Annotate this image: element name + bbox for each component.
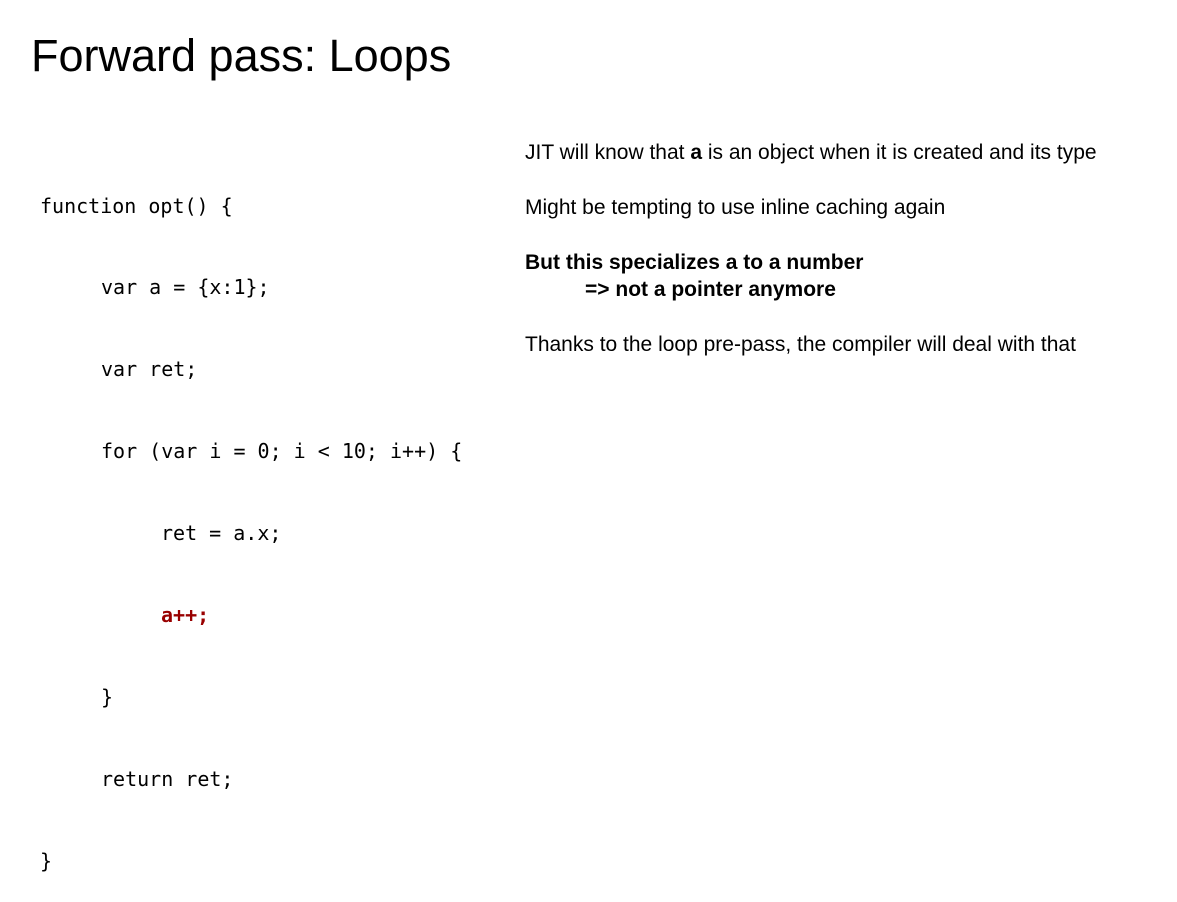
note-inline-caching: Might be tempting to use inline caching … xyxy=(525,196,946,219)
code-block: function opt() { var a = {x:1}; var ret;… xyxy=(40,138,510,902)
note-jit-text-1: JIT will know that xyxy=(525,141,691,164)
code-line-return: return ret; xyxy=(101,766,234,791)
note-not-pointer: => not a pointer anymore xyxy=(585,278,836,301)
code-line-for-loop: for (var i = 0; i < 10; i++) { xyxy=(101,439,463,464)
note-jit-var: a xyxy=(690,141,703,164)
code-line-var-a: var a = {x:1}; xyxy=(101,275,270,300)
code-line-function-decl: function opt() { xyxy=(40,193,233,218)
code-line-increment-highlight: a++; xyxy=(161,603,210,628)
slide-title: Forward pass: Loops xyxy=(31,30,452,81)
code-line-function-close: } xyxy=(40,848,53,873)
note-specializes: But this specializes a to a number xyxy=(525,251,864,274)
note-loop-prepass: Thanks to the loop pre-pass, the compile… xyxy=(525,333,1076,356)
note-jit-text-2: is an object when it is created and its … xyxy=(702,141,1097,164)
code-line-loop-close: } xyxy=(101,684,114,709)
note-jit-knows: JIT will know that a is an object when i… xyxy=(525,139,1097,166)
code-line-var-ret: var ret; xyxy=(101,357,198,382)
code-line-ret-assign: ret = a.x; xyxy=(161,521,282,546)
